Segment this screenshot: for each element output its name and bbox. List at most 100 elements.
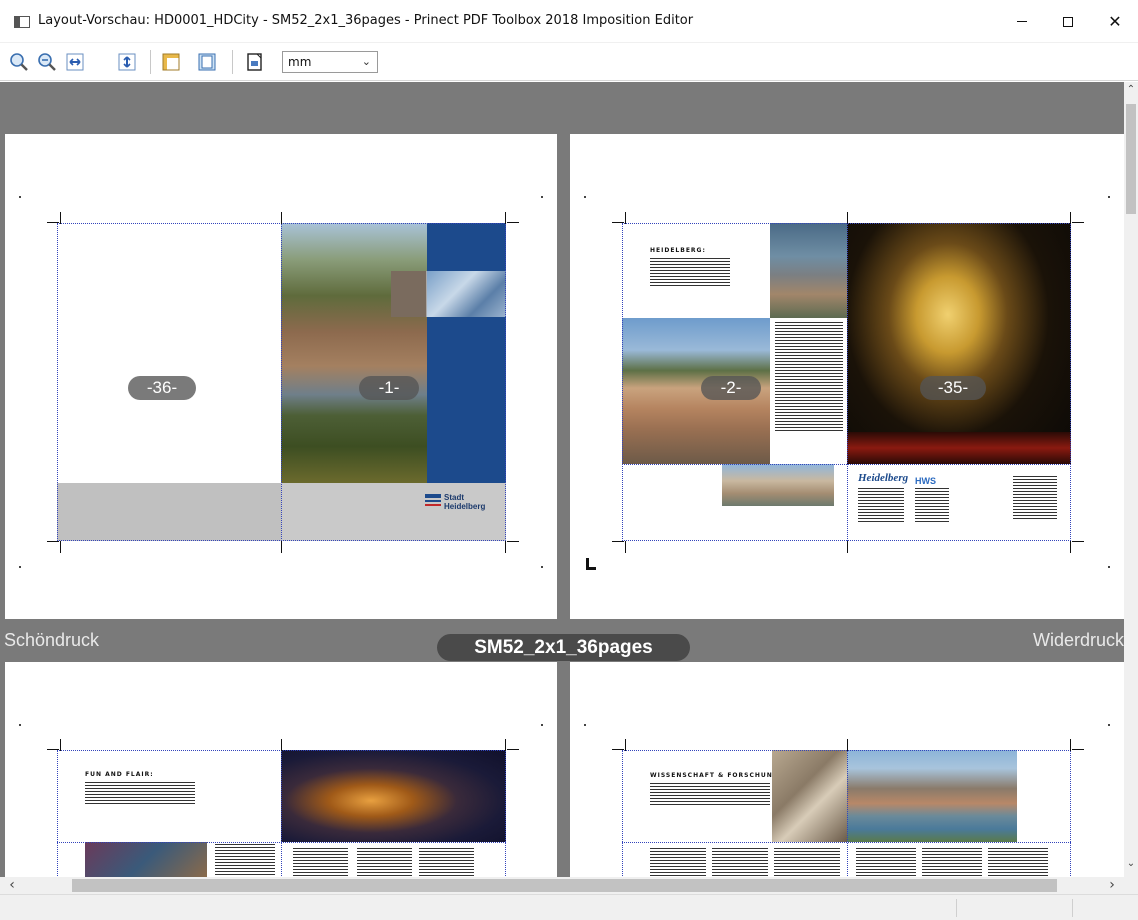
crop-mark xyxy=(625,541,626,553)
crop-mark xyxy=(847,541,848,553)
sheet-front-bottom[interactable]: FUN AND FLAIR: xyxy=(5,662,557,877)
status-divider xyxy=(1072,899,1073,917)
gripper-mark xyxy=(586,567,596,570)
sheet-back-bottom[interactable]: WISSENSCHAFT & FORSCHUNG: xyxy=(570,662,1124,877)
crop-mark xyxy=(60,212,61,224)
minimize-icon xyxy=(1017,21,1027,22)
scroll-up-icon[interactable]: ⌃ xyxy=(1124,84,1138,100)
back-side-label: Widerdruck xyxy=(1032,630,1124,650)
close-button[interactable]: ✕ xyxy=(1092,0,1138,43)
guide-line xyxy=(57,842,506,843)
crop-mark xyxy=(507,541,519,542)
crop-mark xyxy=(505,541,506,553)
margin-guides-button[interactable] xyxy=(160,51,182,73)
crop-mark xyxy=(1070,739,1071,751)
crop-mark xyxy=(612,222,624,223)
crop-mark xyxy=(612,541,624,542)
crop-mark xyxy=(47,541,59,542)
registration-dot xyxy=(1108,724,1110,726)
scrollbar-corner xyxy=(1124,877,1138,894)
zoom-in-icon xyxy=(10,53,28,71)
unit-select[interactable]: mm ⌄ xyxy=(282,51,378,73)
registration-dot xyxy=(19,724,21,726)
app-icon xyxy=(14,16,30,28)
chevron-down-icon: ⌄ xyxy=(361,55,371,68)
registration-dot xyxy=(541,566,543,568)
fit-height-icon xyxy=(118,53,136,71)
crop-mark xyxy=(507,749,519,750)
registration-dot xyxy=(541,724,543,726)
imposition-canvas[interactable]: Stadt Heidelberg -36- -1- HEIDELBERG: He… xyxy=(0,82,1124,877)
fit-width-icon xyxy=(66,53,84,71)
crop-mark xyxy=(281,212,282,224)
horizontal-scroll-thumb[interactable] xyxy=(72,879,1057,892)
maximize-icon xyxy=(1063,16,1073,27)
zoom-out-button[interactable] xyxy=(36,51,58,73)
crop-mark xyxy=(505,212,506,224)
unit-select-value: mm xyxy=(288,55,312,69)
front-side-label: Schöndruck xyxy=(4,630,100,650)
zoom-in-button[interactable] xyxy=(8,51,30,73)
spine-line xyxy=(281,223,282,541)
scroll-right-icon[interactable]: › xyxy=(1104,877,1120,894)
crop-mark xyxy=(625,212,626,224)
scroll-left-icon[interactable]: ‹ xyxy=(4,877,20,894)
window-title: Layout-Vorschau: HD0001_HDCity - SM52_2x… xyxy=(38,13,694,28)
registration-dot xyxy=(541,196,543,198)
spine-line xyxy=(281,750,282,877)
sheet-back-top[interactable]: HEIDELBERG: Heidelberg HWS -2- -35- xyxy=(570,134,1124,619)
crop-mark xyxy=(1072,222,1084,223)
crop-mark xyxy=(612,749,624,750)
fit-height-button[interactable] xyxy=(116,51,138,73)
status-bar xyxy=(0,894,1138,920)
toolbar-separator xyxy=(150,50,151,74)
scroll-down-icon[interactable]: ⌄ xyxy=(1124,858,1138,874)
registration-dot xyxy=(584,196,586,198)
toolbar-separator xyxy=(232,50,233,74)
preview-button[interactable] xyxy=(244,51,266,73)
registration-dot xyxy=(1108,196,1110,198)
layout-name-badge: SM52_2x1_36pages xyxy=(437,634,690,661)
crop-mark xyxy=(60,541,61,553)
registration-dot xyxy=(19,566,21,568)
sheet-front-top[interactable]: Stadt Heidelberg -36- -1- xyxy=(5,134,557,619)
crop-mark xyxy=(505,739,506,751)
registration-dot xyxy=(1108,566,1110,568)
margin-guides-icon xyxy=(162,53,180,71)
crop-mark xyxy=(625,739,626,751)
registration-dot xyxy=(19,196,21,198)
spine-line xyxy=(847,223,848,541)
crop-mark xyxy=(47,749,59,750)
toolbar: mm ⌄ xyxy=(0,43,1138,81)
page-layout-button[interactable] xyxy=(196,51,218,73)
page-label-2: -2- xyxy=(701,376,761,400)
fit-width-button[interactable] xyxy=(64,51,86,73)
crop-mark xyxy=(281,739,282,751)
horizontal-scrollbar[interactable]: ‹ › xyxy=(0,877,1124,894)
vertical-scroll-thumb[interactable] xyxy=(1126,104,1136,214)
minimize-button[interactable] xyxy=(999,0,1045,43)
guide-line xyxy=(622,842,1071,843)
guide-line xyxy=(622,464,1071,465)
crop-mark xyxy=(1072,749,1084,750)
crop-mark xyxy=(60,739,61,751)
registration-dot xyxy=(584,724,586,726)
zoom-out-icon xyxy=(38,53,56,71)
crop-mark xyxy=(507,222,519,223)
crop-mark xyxy=(1072,541,1084,542)
page-layout-icon xyxy=(198,53,216,71)
crop-mark xyxy=(1070,541,1071,553)
page-label-1: -1- xyxy=(359,376,419,400)
crop-mark xyxy=(847,739,848,751)
preview-icon xyxy=(247,53,262,71)
sheet-side-band: Schöndruck SM52_2x1_36pages Widerdruck xyxy=(0,620,1124,661)
crop-mark xyxy=(847,212,848,224)
page-label-35: -35- xyxy=(920,376,986,400)
crop-mark xyxy=(47,222,59,223)
title-bar: Layout-Vorschau: HD0001_HDCity - SM52_2x… xyxy=(0,0,1138,43)
vertical-scrollbar[interactable]: ⌃ ⌄ xyxy=(1124,82,1138,877)
maximize-button[interactable] xyxy=(1045,0,1091,43)
page-label-36: -36- xyxy=(128,376,196,400)
status-divider xyxy=(956,899,957,917)
close-icon: ✕ xyxy=(1108,12,1122,31)
